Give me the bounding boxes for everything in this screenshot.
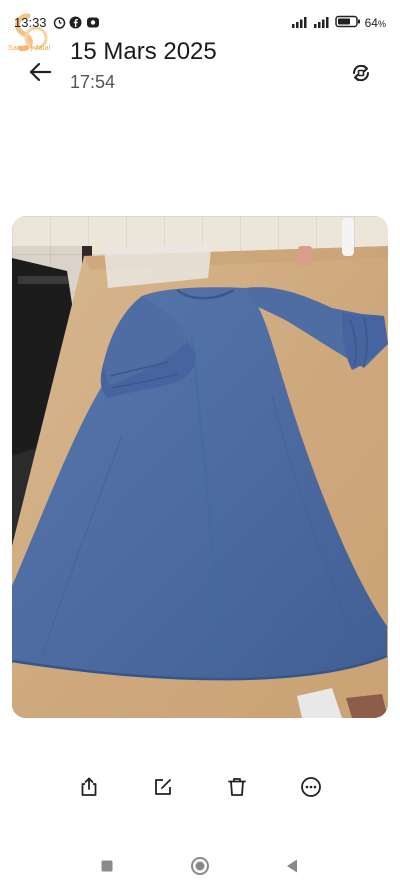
arrow-left-icon [29, 62, 52, 82]
photo-date: 15 Mars 2025 [70, 38, 217, 65]
status-bar: Sarpa | Jalal 13:33 64% [0, 0, 400, 52]
recents-square-icon [101, 860, 113, 872]
home-circle-icon [191, 857, 209, 875]
delete-icon [228, 778, 246, 796]
back-triangle-icon [287, 859, 297, 873]
more-button[interactable] [296, 772, 326, 802]
nav-back-button[interactable] [280, 856, 304, 876]
photo-time: 17:54 [70, 72, 116, 92]
battery-icon [334, 15, 361, 31]
battery-percent: 64% [364, 16, 386, 30]
edit-button[interactable] [148, 772, 178, 802]
alarm-icon [52, 15, 66, 29]
status-time: 13:33 [14, 15, 47, 30]
back-button[interactable] [24, 58, 56, 86]
rotate-icon [352, 64, 370, 82]
signal-icon [313, 16, 331, 31]
watermark-text: Sarpa | Jalal [8, 45, 51, 52]
bottom-toolbar [0, 766, 400, 806]
system-nav-bar [0, 848, 400, 884]
share-icon [81, 777, 97, 796]
photo-view[interactable] [12, 216, 388, 718]
delete-button[interactable] [222, 772, 252, 802]
recents-button[interactable] [95, 856, 119, 876]
home-button[interactable] [188, 856, 212, 876]
screen-record-icon [86, 15, 100, 29]
dress-photo [12, 216, 388, 718]
signal-icon [291, 16, 309, 31]
status-indicators: 64% [291, 15, 386, 31]
edit-icon [155, 779, 171, 795]
share-button[interactable] [74, 772, 104, 802]
facebook-icon [68, 15, 82, 29]
rotate-button[interactable] [346, 58, 376, 88]
more-icon [301, 777, 321, 797]
